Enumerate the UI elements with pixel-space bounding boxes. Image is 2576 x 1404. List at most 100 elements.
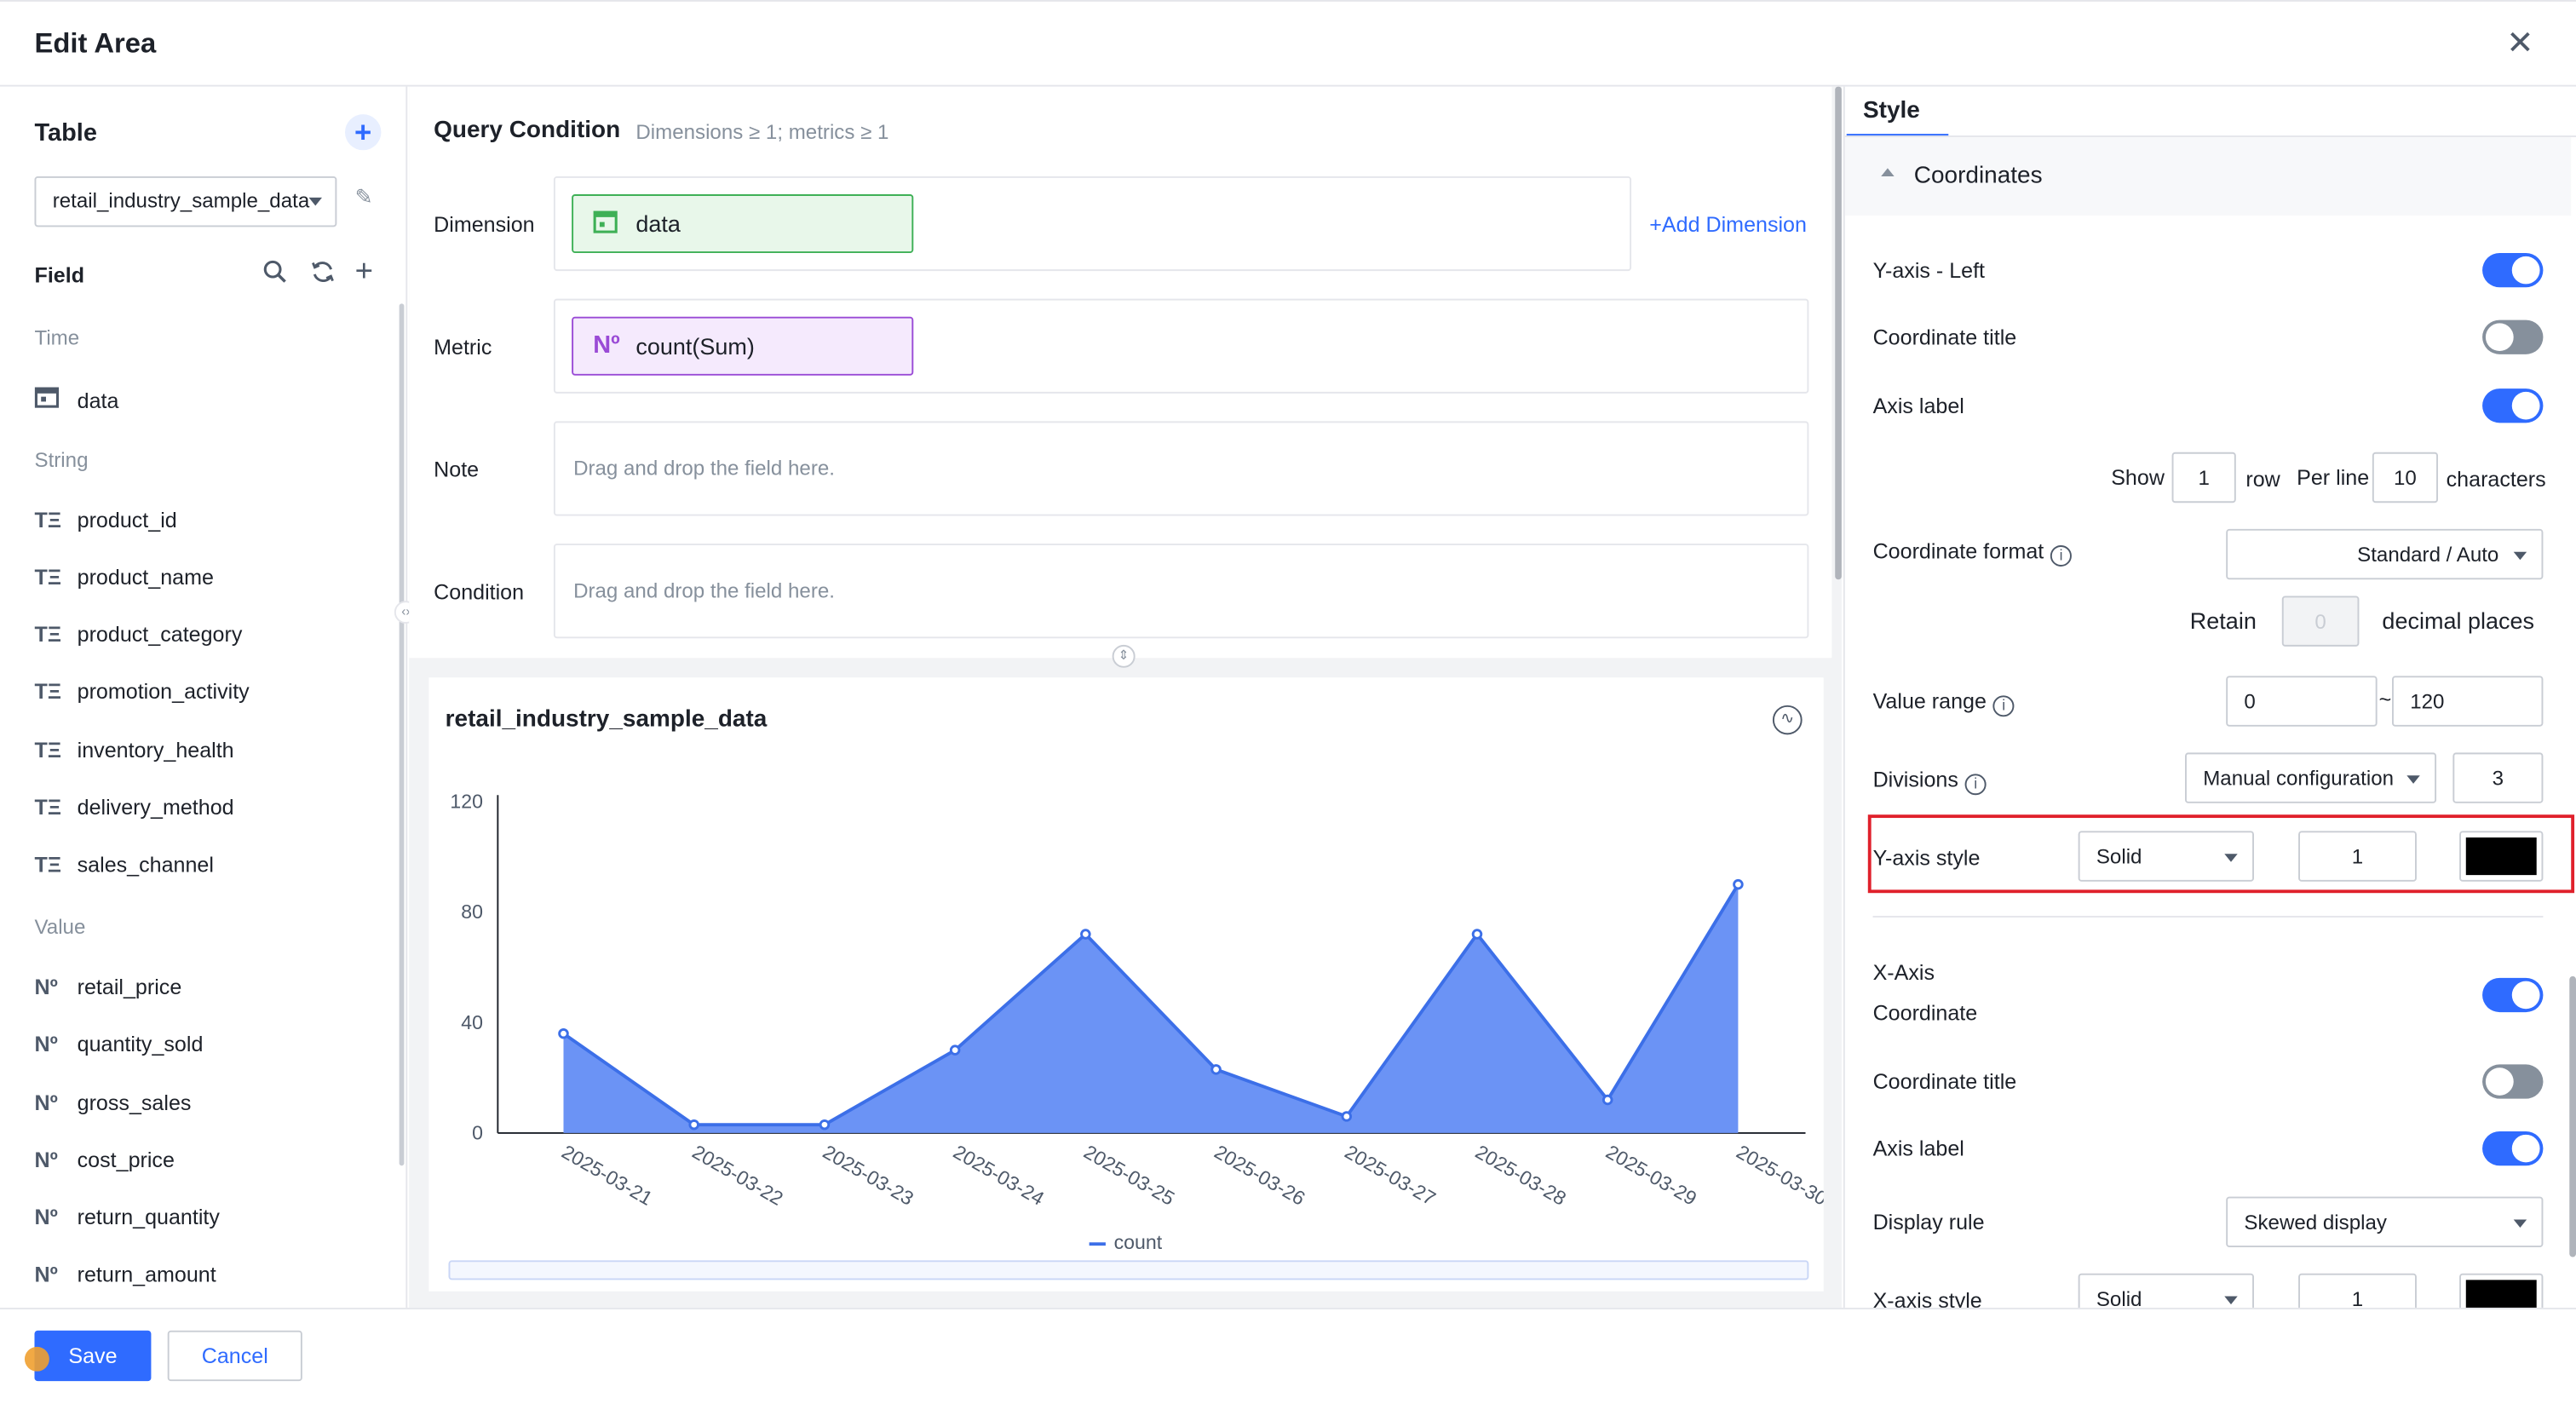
table-select[interactable]: retail_industry_sample_data	[34, 176, 337, 227]
divisions-mode-value: Manual configuration	[2203, 767, 2395, 791]
note-dropzone[interactable]: Drag and drop the field here.	[553, 421, 1809, 516]
field-item[interactable]: data	[34, 385, 118, 417]
table-title: Table	[34, 118, 97, 147]
range-max-input[interactable]: 120	[2391, 676, 2544, 727]
show-rows-input[interactable]: 1	[2171, 452, 2236, 503]
field-item[interactable]: Nº quantity_sold	[34, 1032, 203, 1064]
coordinates-section-header[interactable]: Coordinates	[1844, 136, 2572, 216]
number-type-icon: Nº	[593, 331, 620, 360]
x-axis-label-toggle[interactable]	[2482, 1131, 2544, 1166]
y-axis-line-width-input[interactable]: 1	[2298, 831, 2417, 882]
add-field-icon[interactable]: +	[355, 255, 373, 291]
dialog-header: Edit Area ✕	[0, 2, 2576, 87]
field-item[interactable]: TΞ product_id	[34, 508, 176, 540]
refresh-icon[interactable]	[310, 260, 335, 291]
field-item[interactable]: TΞ product_name	[34, 565, 213, 597]
area-fill	[563, 884, 1739, 1133]
value-range-text: Value range	[1872, 688, 1987, 714]
axis-label-toggle[interactable]	[2482, 388, 2544, 423]
search-icon[interactable]	[263, 260, 288, 291]
coordinate-format-text: Coordinate format	[1872, 538, 2044, 564]
metric-chip[interactable]: Nº count(Sum)	[572, 316, 914, 376]
info-icon[interactable]: i	[2050, 545, 2073, 567]
coordinate-title-toggle[interactable]	[2482, 319, 2544, 354]
save-button[interactable]: Save	[34, 1330, 152, 1382]
display-rule-value: Skewed display	[2244, 1211, 2387, 1234]
field-label: promotion_activity	[77, 679, 250, 704]
x-tick-label: 2025-03-21	[558, 1141, 656, 1210]
field-label: cost_price	[77, 1148, 175, 1172]
divisions-mode-select[interactable]: Manual configuration	[2184, 752, 2437, 803]
chart-type-icon[interactable]: ∿	[1772, 705, 1803, 735]
number-type-icon: Nº	[34, 975, 58, 999]
tab-style[interactable]: Style	[1863, 98, 1920, 124]
field-label: product_name	[77, 565, 214, 590]
chevron-down-icon	[2406, 775, 2420, 784]
field-item[interactable]: TΞ delivery_method	[34, 795, 233, 827]
field-list-scrollbar[interactable]	[399, 303, 405, 1166]
note-label: Note	[434, 457, 480, 482]
field-label: product_category	[77, 622, 243, 647]
range-min-input[interactable]: 0	[2226, 676, 2378, 727]
field-title: Field	[34, 262, 85, 288]
x-axis-color-picker[interactable]	[2459, 1273, 2544, 1308]
x-coordinate-title-toggle[interactable]	[2482, 1064, 2544, 1099]
data-point	[558, 1027, 569, 1039]
table-select-value: retail_industry_sample_data	[52, 189, 310, 213]
coordinate-format-select[interactable]: Standard / Auto	[2226, 528, 2544, 580]
show-label: Show	[2111, 465, 2165, 490]
query-panel: Query Condition Dimensions ≥ 1; metrics …	[409, 86, 1842, 1308]
style-panel-scrollbar[interactable]	[2569, 975, 2576, 1257]
edit-area-dialog: Edit Area ✕ Table + retail_industry_samp…	[0, 0, 2576, 1404]
field-item[interactable]: Nº return_quantity	[34, 1205, 219, 1237]
x-axis-line-width-input[interactable]: 1	[2298, 1273, 2417, 1308]
data-point	[1733, 878, 1744, 890]
field-item[interactable]: TΞ inventory_health	[34, 738, 233, 770]
dimension-dropzone[interactable]: data	[553, 176, 1632, 272]
x-axis-style-label: X-axis style	[1872, 1287, 1982, 1308]
add-dimension-button[interactable]: +Add Dimension	[1649, 212, 1807, 237]
x-axis-coordinate-label: Coordinate	[1872, 1000, 1978, 1026]
divisions-label: Divisions i	[1873, 768, 1987, 796]
retain-decimals-input[interactable]: 0	[2281, 596, 2360, 647]
chart-legend[interactable]: count	[1089, 1231, 1162, 1254]
dimension-chip[interactable]: data	[572, 194, 914, 254]
cancel-button[interactable]: Cancel	[167, 1330, 302, 1382]
info-icon[interactable]: i	[1992, 695, 2015, 717]
y-axis-left-toggle[interactable]	[2482, 253, 2544, 288]
x-tick-label: 2025-03-27	[1341, 1141, 1439, 1210]
display-rule-label: Display rule	[1872, 1209, 1985, 1234]
chart-zoom-slider[interactable]	[448, 1260, 1809, 1280]
decimal-places-label: decimal places	[2382, 607, 2535, 634]
metric-label: Metric	[434, 334, 492, 360]
field-item[interactable]: Nº retail_price	[34, 975, 181, 1007]
condition-dropzone[interactable]: Drag and drop the field here.	[553, 544, 1809, 639]
info-icon[interactable]: i	[1964, 774, 1987, 796]
field-item[interactable]: TΞ sales_channel	[34, 852, 213, 884]
chart-card: retail_industry_sample_data ∿ 0 40 80 120 2…	[428, 677, 1824, 1292]
close-icon[interactable]: ✕	[2502, 26, 2538, 62]
field-item[interactable]: TΞ product_category	[34, 622, 242, 654]
vertical-resize-handle[interactable]: ⇕	[1112, 644, 1136, 668]
add-table-icon[interactable]: +	[344, 114, 382, 151]
field-item[interactable]: Nº return_amount	[34, 1262, 216, 1294]
y-axis-line-style-select[interactable]: Solid	[2078, 831, 2254, 882]
section-divider	[1872, 916, 2544, 918]
display-rule-select[interactable]: Skewed display	[2226, 1196, 2544, 1248]
field-item[interactable]: Nº gross_sales	[34, 1090, 191, 1123]
y-axis-color-picker[interactable]	[2459, 831, 2544, 882]
per-line-input[interactable]: 10	[2372, 452, 2438, 503]
dimension-label: Dimension	[434, 212, 535, 237]
x-axis-line-style-select[interactable]: Solid	[2078, 1273, 2254, 1308]
edit-pencil-icon[interactable]: ✎	[355, 185, 373, 211]
chevron-down-icon	[2513, 1219, 2527, 1228]
divisions-count-input[interactable]: 3	[2452, 752, 2544, 803]
field-item[interactable]: TΞ promotion_activity	[34, 679, 249, 711]
query-scrollbar[interactable]	[1835, 86, 1842, 580]
field-item[interactable]: Nº cost_price	[34, 1148, 174, 1180]
x-axis-toggle[interactable]	[2482, 977, 2544, 1013]
field-label: return_quantity	[77, 1205, 220, 1229]
row-label: row	[2245, 467, 2280, 492]
chevron-down-icon	[308, 197, 322, 206]
metric-dropzone[interactable]: Nº count(Sum)	[553, 298, 1809, 394]
